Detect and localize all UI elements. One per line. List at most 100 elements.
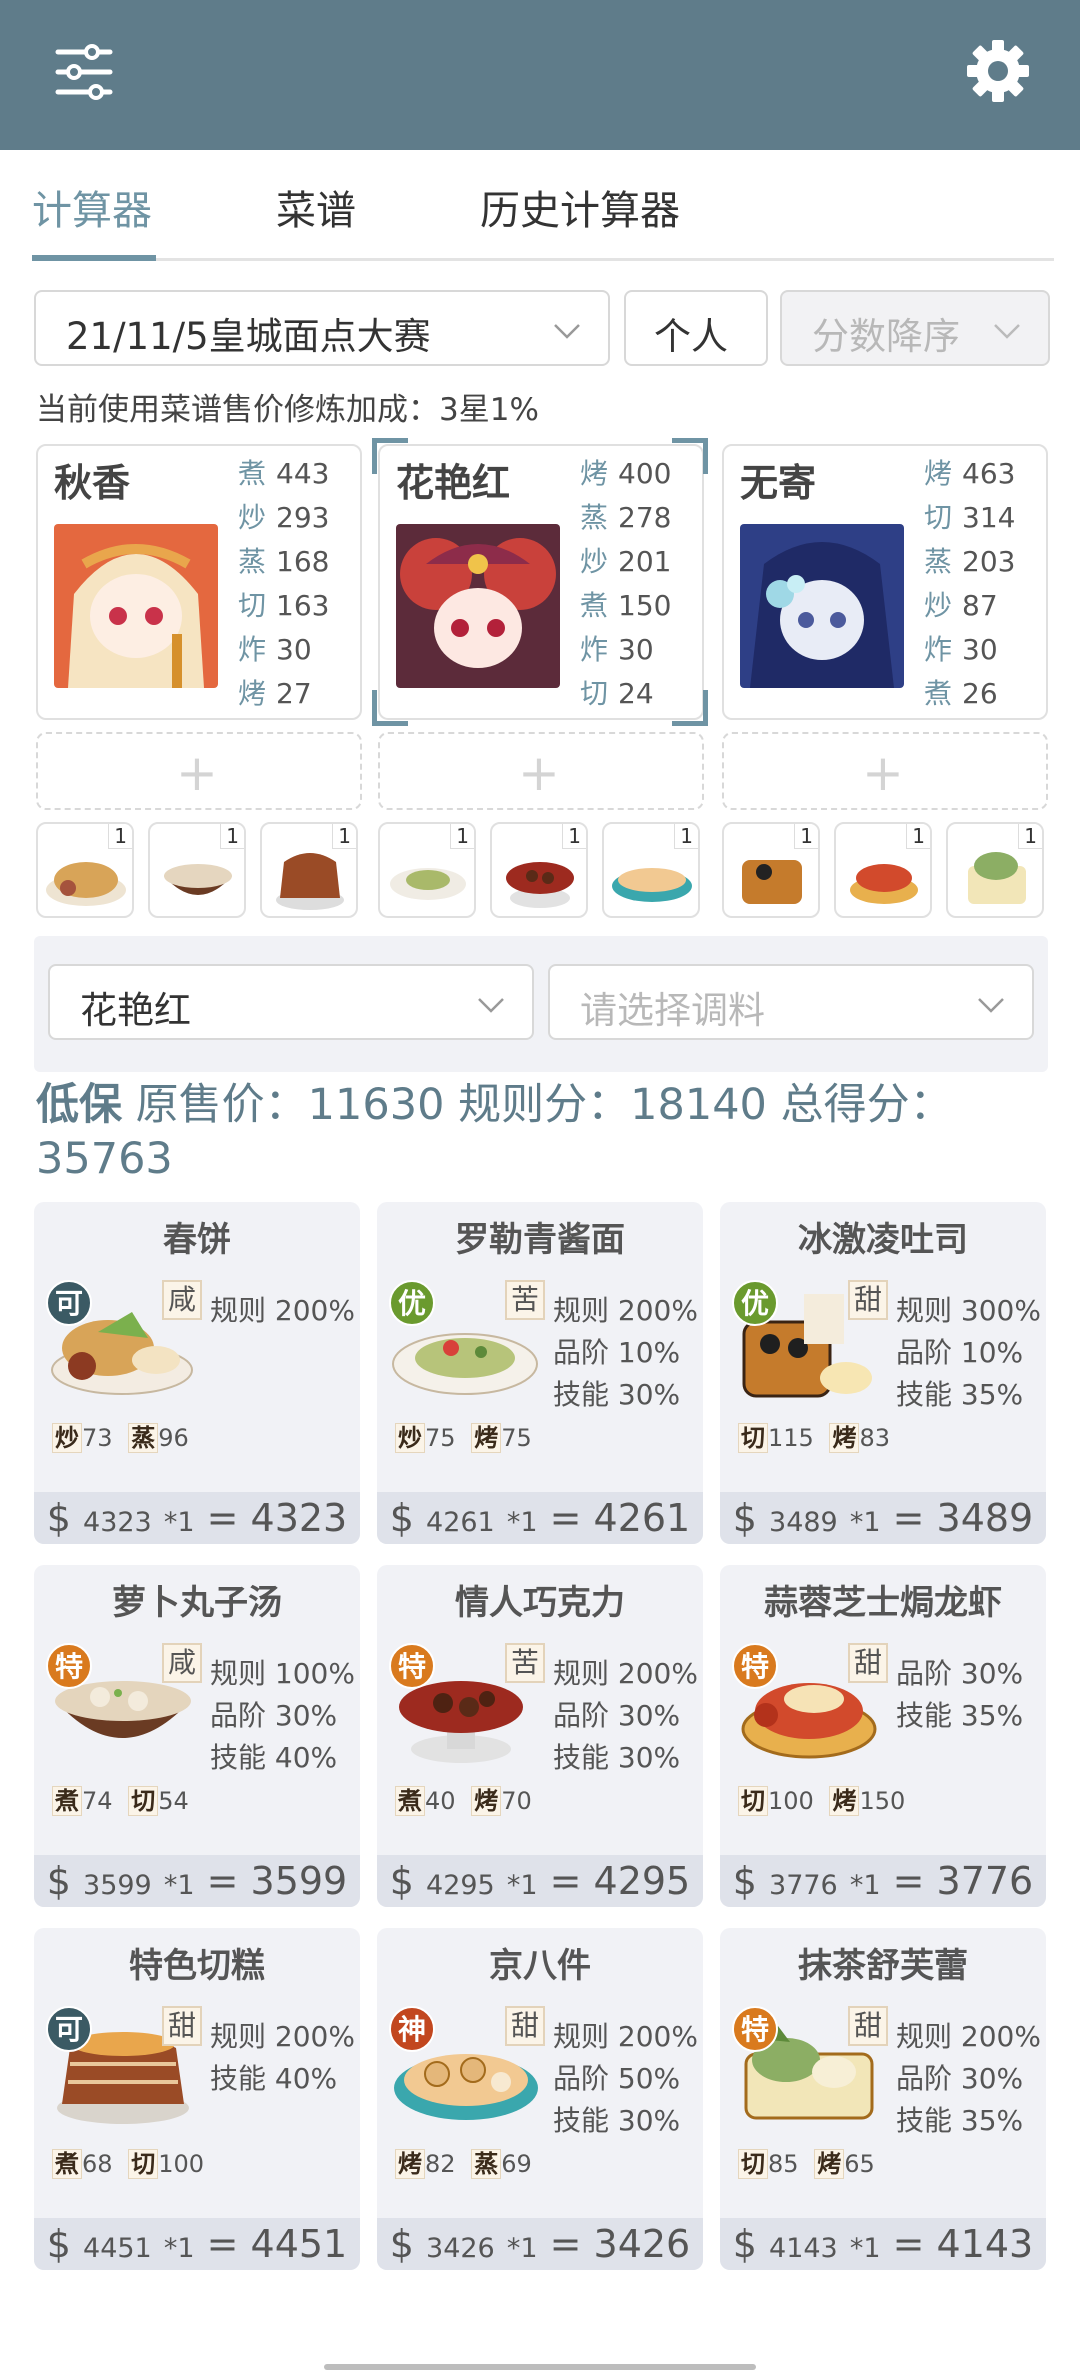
taste-badge: 甜 — [162, 2006, 202, 2046]
add-equipment-button[interactable]: + — [378, 732, 704, 810]
dish-name: 抹茶舒芙蕾 — [798, 1946, 968, 1986]
chef-card-selected[interactable]: 花艳红 烤 400 蒸 278 炒 201 煮 150 炸 30 切 24 — [378, 444, 704, 720]
taste-badge: 甜 — [848, 2006, 888, 2046]
dish-rules: 品阶 30% 技能 35% — [896, 1657, 1024, 1732]
score-summary: 低保 原售价：11630 规则分：18140 总得分： 35763 — [36, 1078, 1046, 1186]
dish-card[interactable]: 蒜蓉芝士焗龙虾 特 甜 品阶 30% 技能 35% 切 100 烤 150 $ 377… — [720, 1565, 1046, 1907]
taste-badge: 甜 — [505, 2006, 545, 2046]
dish-slot[interactable]: 1 — [378, 822, 476, 918]
dish-skills: 炒 75 烤 75 — [395, 1418, 540, 1453]
chef-select[interactable]: 花艳红 — [48, 964, 534, 1040]
chef-name: 无寄 — [740, 461, 817, 505]
dish-card[interactable]: 罗勒青酱面 优 苦 规则 200% 品阶 10% 技能 30% 炒 75 烤 75 $ … — [377, 1202, 703, 1544]
sort-placeholder: 分数降序 — [812, 315, 960, 358]
dish-rules: 规则 200% — [210, 1294, 355, 1327]
dish-slot[interactable]: 1 — [722, 822, 820, 918]
dish-price: $ 3776 *1 = 3776 — [720, 1855, 1046, 1907]
dish-name: 情人巧克力 — [455, 1583, 625, 1623]
mode-button[interactable]: 个人 — [624, 290, 768, 366]
taste-badge: 苦 — [505, 1643, 545, 1683]
seasoning-placeholder: 请选择调料 — [580, 989, 765, 1032]
selection-corner — [672, 438, 708, 474]
dish-price: $ 4143 *1 = 4143 — [720, 2218, 1046, 2270]
chevron-down-icon — [994, 324, 1020, 339]
chef-name: 秋香 — [54, 461, 131, 505]
chef-card[interactable]: 秋香 煮 443 炒 293 蒸 168 切 163 炸 30 烤 27 — [36, 444, 362, 720]
dish-price: $ 3426 *1 = 3426 — [377, 2218, 703, 2270]
tab-recipes[interactable]: 菜谱 — [276, 178, 356, 236]
dish-skills: 煮 74 切 54 — [52, 1781, 197, 1816]
dish-name: 冰激凌吐司 — [798, 1220, 968, 1260]
plus-icon: + — [176, 744, 218, 802]
dish-card[interactable]: 抹茶舒芙蕾 特 甜 规则 200% 品阶 30% 技能 35% 切 85 烤 65 $ … — [720, 1928, 1046, 2270]
plus-icon: + — [862, 744, 904, 802]
dish-slot[interactable]: 1 — [946, 822, 1044, 918]
dish-slot[interactable]: 1 — [490, 822, 588, 918]
chef-card[interactable]: 无寄 烤 463 切 314 蒸 203 炒 87 炸 30 煮 26 — [722, 444, 1048, 720]
dish-slot[interactable]: 1 — [36, 822, 134, 918]
score-text: 原售价：11630 规则分：18140 总得分： — [122, 1080, 953, 1130]
dish-rules: 规则 200% 品阶 10% 技能 30% — [553, 1294, 698, 1411]
tab-divider — [32, 258, 1054, 261]
total-score: 35763 — [36, 1134, 173, 1184]
taste-badge: 咸 — [162, 1280, 202, 1320]
taste-badge: 甜 — [848, 1280, 888, 1320]
gear-icon[interactable] — [965, 38, 1031, 104]
dish-price: $ 4323 *1 = 4323 — [34, 1492, 360, 1544]
tab-active-indicator — [32, 255, 156, 261]
add-equipment-button[interactable]: + — [722, 732, 1048, 810]
dish-skills: 切 100 烤 150 — [738, 1781, 913, 1816]
dish-skills: 切 115 烤 83 — [738, 1418, 898, 1453]
dish-name: 罗勒青酱面 — [455, 1220, 625, 1260]
dish-price: $ 3489 *1 = 3489 — [720, 1492, 1046, 1544]
dish-name: 蒜蓉芝士焗龙虾 — [764, 1583, 1002, 1623]
grade-badge: 特 — [46, 1643, 92, 1689]
dish-price: $ 4451 *1 = 4451 — [34, 2218, 360, 2270]
dish-name: 特色切糕 — [129, 1946, 265, 1986]
dish-card[interactable]: 情人巧克力 特 苦 规则 200% 品阶 30% 技能 30% 煮 40 烤 70 $ … — [377, 1565, 703, 1907]
dish-card[interactable]: 特色切糕 可 甜 规则 200% 技能 40% 煮 68 切 100 $ 4451 *… — [34, 1928, 360, 2270]
dish-skills: 炒 73 蒸 96 — [52, 1418, 197, 1453]
dish-card[interactable]: 京八件 神 甜 规则 200% 品阶 50% 技能 30% 烤 82 蒸 69 $ 34… — [377, 1928, 703, 2270]
event-select[interactable]: 21/11/5皇城面点大赛 — [34, 290, 610, 366]
chef-portrait — [740, 524, 904, 688]
sliders-icon[interactable] — [52, 40, 116, 104]
mode-label: 个人 — [654, 315, 728, 358]
dish-slot[interactable]: 1 — [834, 822, 932, 918]
seasoning-select[interactable]: 请选择调料 — [548, 964, 1034, 1040]
taste-badge: 咸 — [162, 1643, 202, 1683]
dish-rules: 规则 200% 品阶 30% 技能 30% — [553, 1657, 698, 1774]
grade-badge: 优 — [732, 1280, 778, 1326]
grade-badge: 可 — [46, 2006, 92, 2052]
dish-slot[interactable]: 1 — [602, 822, 700, 918]
dish-card[interactable]: 萝卜丸子汤 特 咸 规则 100% 品阶 30% 技能 40% 煮 74 切 54 $ … — [34, 1565, 360, 1907]
dish-skills: 煮 40 烤 70 — [395, 1781, 540, 1816]
dish-card[interactable]: 春饼 可 咸 规则 200% 炒 73 蒸 96 $ 4323 *1 = 4323 — [34, 1202, 360, 1544]
dish-slot[interactable]: 1 — [148, 822, 246, 918]
grade-badge: 特 — [732, 2006, 778, 2052]
taste-badge: 苦 — [505, 1280, 545, 1320]
dish-slot[interactable]: 1 — [260, 822, 358, 918]
add-equipment-button[interactable]: + — [36, 732, 362, 810]
bonus-note: 当前使用菜谱售价修炼加成：3星1% — [36, 392, 539, 428]
dish-card[interactable]: 冰激凌吐司 优 甜 规则 300% 品阶 10% 技能 35% 切 115 烤 83 $… — [720, 1202, 1046, 1544]
dish-skills: 煮 68 切 100 — [52, 2144, 212, 2179]
dish-price: $ 4261 *1 = 4261 — [377, 1492, 703, 1544]
chef-portrait — [54, 524, 218, 688]
chevron-down-icon — [978, 998, 1004, 1013]
event-select-value: 21/11/5皇城面点大赛 — [66, 315, 431, 358]
selection-corner — [372, 690, 408, 726]
dish-name: 京八件 — [489, 1946, 591, 1986]
dish-rules: 规则 200% 品阶 50% 技能 30% — [553, 2020, 698, 2137]
tab-history-calculator[interactable]: 历史计算器 — [480, 178, 680, 236]
sort-select[interactable]: 分数降序 — [780, 290, 1050, 366]
dish-price: $ 4295 *1 = 4295 — [377, 1855, 703, 1907]
dish-rules: 规则 300% 品阶 10% 技能 35% — [896, 1294, 1041, 1411]
home-indicator[interactable] — [324, 2364, 756, 2370]
tab-calculator[interactable]: 计算器 — [32, 178, 152, 236]
grade-badge: 可 — [46, 1280, 92, 1326]
dish-rules: 规则 100% 品阶 30% 技能 40% — [210, 1657, 355, 1774]
app-bar — [0, 0, 1080, 150]
chef-portrait — [396, 524, 560, 688]
selection-corner — [372, 438, 408, 474]
